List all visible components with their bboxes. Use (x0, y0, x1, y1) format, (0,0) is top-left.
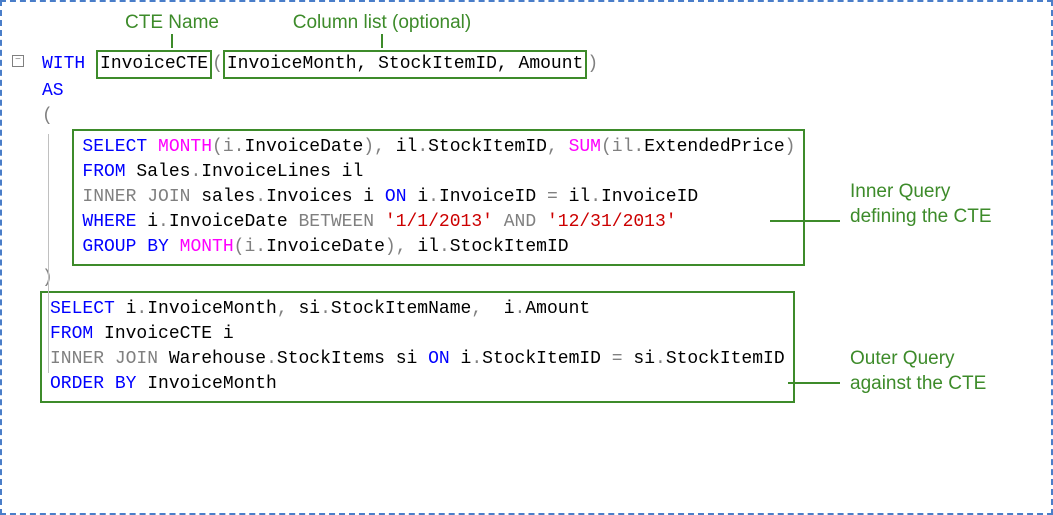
connector-line (788, 382, 840, 384)
column-list-box: InvoiceMonth, StockItemID, Amount (223, 50, 587, 79)
collapse-icon: − (12, 55, 24, 67)
label-col-list: Column list (optional) (293, 12, 471, 34)
code-line: ( (12, 104, 1033, 129)
diagram-frame: CTE Name Column list (optional) −WITH In… (0, 0, 1053, 515)
inner-query-box: SELECT MONTH(i.InvoiceDate), il.StockIte… (72, 129, 805, 266)
connector-line (770, 220, 840, 222)
label-inner-query: Inner Query defining the CTE (850, 180, 1000, 229)
header-labels: CTE Name Column list (optional) (12, 12, 1033, 48)
code-line: AS (12, 79, 1033, 104)
tick-icon (381, 34, 383, 48)
code-line: −WITH InvoiceCTE(InvoiceMonth, StockItem… (12, 50, 1033, 79)
tick-icon (171, 34, 173, 48)
fold-guide (48, 134, 49, 373)
cte-name-box: InvoiceCTE (96, 50, 212, 79)
outer-query-box: SELECT i.InvoiceMonth, si.StockItemName,… (40, 291, 795, 403)
code-line: ) (12, 266, 1033, 291)
label-cte-name: CTE Name (125, 12, 219, 34)
label-outer-query: Outer Query against the CTE (850, 347, 1000, 396)
